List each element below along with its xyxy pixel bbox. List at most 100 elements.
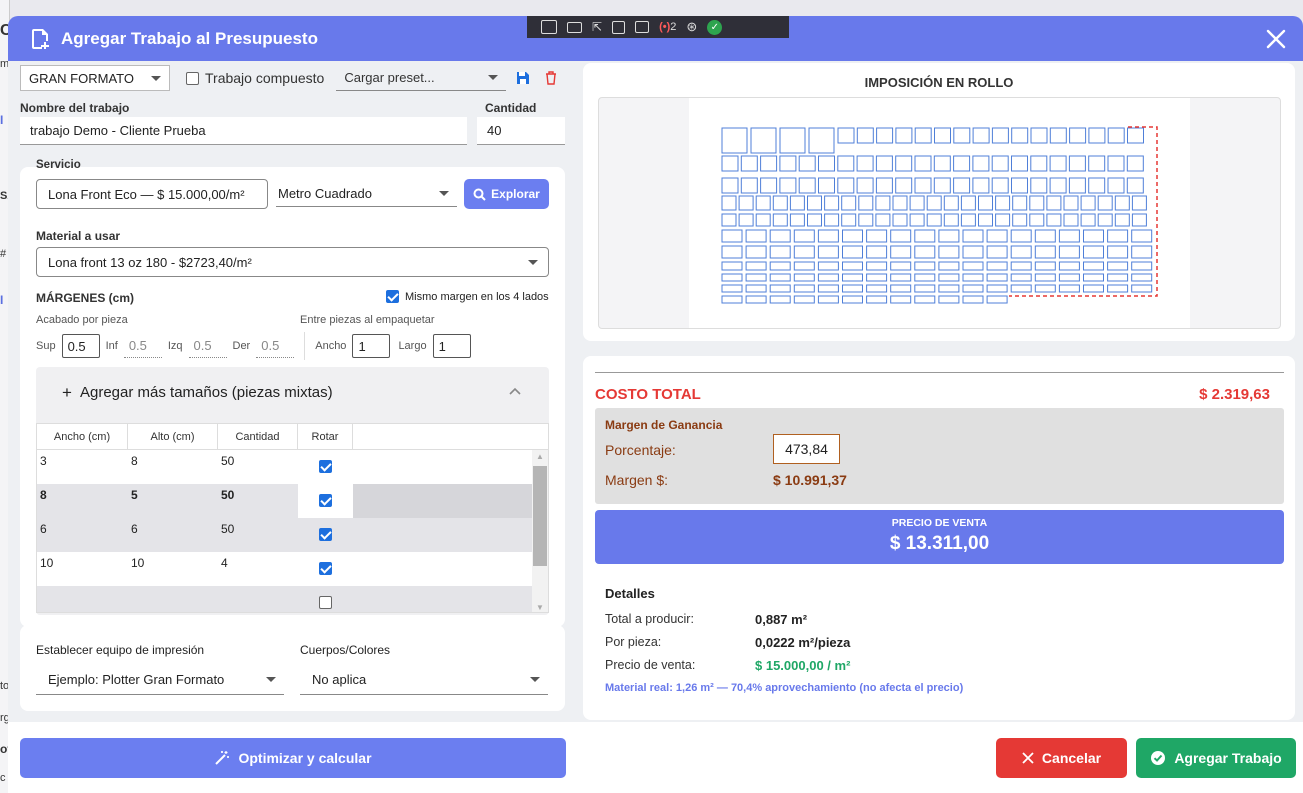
table-row[interactable]: 8 5 50 xyxy=(37,484,548,518)
ancho-input[interactable]: 1 xyxy=(352,334,391,358)
cell-cantidad[interactable] xyxy=(218,586,298,590)
table-row[interactable]: 3 8 50 xyxy=(37,450,548,484)
imposed-piece xyxy=(1068,155,1086,172)
close-icon[interactable] xyxy=(1265,28,1287,50)
compound-job-toggle[interactable]: Trabajo compuesto xyxy=(186,70,324,86)
rotate-checkbox[interactable] xyxy=(319,596,332,609)
cancel-button[interactable]: Cancelar xyxy=(996,738,1127,778)
imposed-piece xyxy=(842,273,863,282)
cell-rotar[interactable] xyxy=(298,518,353,544)
imposed-piece xyxy=(938,295,960,304)
compound-checkbox[interactable] xyxy=(186,71,199,85)
imposed-piece xyxy=(721,273,743,282)
material-select[interactable]: Lona front 13 oz 180 - $2723,40/m² xyxy=(36,247,549,277)
izq-input[interactable]: 0.5 xyxy=(188,334,227,358)
save-preset-button[interactable] xyxy=(512,67,534,89)
equipment-select[interactable]: Ejemplo: Plotter Gran Formato xyxy=(36,665,284,695)
largo-input[interactable]: 1 xyxy=(432,334,471,358)
imposed-piece xyxy=(769,284,791,293)
total-produce-label: Total a producir: xyxy=(605,612,694,626)
video-icon[interactable] xyxy=(567,21,582,33)
table-row[interactable] xyxy=(37,586,548,612)
save-icon xyxy=(517,72,530,84)
accessibility-icon[interactable]: ⊛ xyxy=(686,19,697,35)
cell-rotar[interactable] xyxy=(298,586,353,612)
table-row[interactable]: 10 10 4 xyxy=(37,552,548,586)
check-circle-icon[interactable]: ✓ xyxy=(707,19,723,35)
cell-cantidad[interactable]: 50 xyxy=(218,450,298,468)
chevron-up-icon[interactable] xyxy=(509,387,521,395)
cell-alto[interactable]: 6 xyxy=(128,518,218,536)
sup-input[interactable]: 0.5 xyxy=(61,334,100,358)
modal-footer: Optimizar y calcular Cancelar Agregar Tr… xyxy=(8,722,1303,793)
cell-cantidad[interactable]: 4 xyxy=(218,552,298,570)
equipment-panel: Establecer equipo de impresión Cuerpos/C… xyxy=(20,625,565,711)
scroll-up-icon[interactable]: ▲ xyxy=(536,452,544,461)
format-select[interactable]: GRAN FORMATO xyxy=(20,65,170,91)
cell-ancho[interactable]: 3 xyxy=(37,450,128,468)
imposed-piece xyxy=(1131,195,1147,211)
preset-select[interactable]: Cargar preset... xyxy=(336,65,507,91)
cell-ancho[interactable] xyxy=(37,586,128,590)
imposed-piece xyxy=(1011,127,1029,144)
imposed-piece xyxy=(1131,245,1153,259)
margins-row: Sup 0.5 Inf 0.5 Izq 0.5 Der 0.5 Ancho 1 … xyxy=(36,332,471,360)
col-rotar: Rotar xyxy=(298,424,353,450)
imposition-frame xyxy=(598,97,1281,329)
imposed-piece xyxy=(1046,213,1062,227)
imposed-piece xyxy=(938,245,960,259)
cell-alto[interactable]: 8 xyxy=(128,450,218,468)
same-margin-checkbox[interactable] xyxy=(386,290,399,303)
percent-input[interactable]: 473,84 xyxy=(773,434,840,464)
der-input[interactable]: 0.5 xyxy=(256,334,295,358)
table-row[interactable]: 6 6 50 xyxy=(37,518,548,552)
same-margin-toggle[interactable]: Mismo margen en los 4 lados xyxy=(386,290,549,303)
inf-input[interactable]: 0.5 xyxy=(123,334,162,358)
imposed-piece xyxy=(909,213,925,227)
rotate-checkbox[interactable] xyxy=(319,562,332,575)
imposed-piece xyxy=(856,127,874,144)
pointer-icon[interactable]: ⇱ xyxy=(592,20,602,34)
colors-select[interactable]: No aplica xyxy=(300,665,548,695)
cell-ancho[interactable]: 10 xyxy=(37,552,128,570)
add-job-button[interactable]: Agregar Trabajo xyxy=(1136,738,1296,778)
table-scrollbar[interactable]: ▲ ▼ xyxy=(532,450,548,612)
close-icon xyxy=(1022,752,1034,764)
imposed-piece xyxy=(842,295,863,304)
mixed-sizes-title[interactable]: Agregar más tamaños (piezas mixtas) xyxy=(80,384,333,401)
bg-fragment: c xyxy=(0,772,6,784)
screen-capture-icon[interactable] xyxy=(635,21,650,33)
scroll-thumb[interactable] xyxy=(533,466,547,566)
explore-button[interactable]: Explorar xyxy=(464,179,549,209)
explore-label: Explorar xyxy=(491,187,540,201)
imposed-piece xyxy=(769,229,791,243)
cell-rotar[interactable] xyxy=(298,484,353,518)
cell-alto[interactable]: 10 xyxy=(128,552,218,570)
imposed-piece xyxy=(740,155,758,172)
imposed-piece xyxy=(866,245,888,259)
region-capture-icon[interactable] xyxy=(541,20,557,34)
cell-alto[interactable]: 5 xyxy=(128,484,218,502)
plus-icon[interactable]: + xyxy=(62,383,72,403)
job-name-input[interactable]: trabajo Demo - Cliente Prueba xyxy=(20,117,467,145)
cell-ancho[interactable]: 6 xyxy=(37,518,128,536)
rotate-checkbox[interactable] xyxy=(319,528,332,541)
cell-rotar[interactable] xyxy=(298,552,353,578)
window-capture-icon[interactable] xyxy=(612,20,626,34)
chevron-down-icon xyxy=(530,677,540,682)
quantity-input[interactable]: 40 xyxy=(477,117,565,145)
cell-rotar[interactable] xyxy=(298,450,353,476)
cell-ancho[interactable]: 8 xyxy=(37,484,128,502)
imposed-piece xyxy=(938,273,960,282)
cell-cantidad[interactable]: 50 xyxy=(218,518,298,536)
scroll-down-icon[interactable]: ▼ xyxy=(536,603,544,612)
cell-cantidad[interactable]: 50 xyxy=(218,484,298,502)
service-field[interactable]: Lona Front Eco — $ 15.000,00/m² xyxy=(36,179,268,209)
cell-alto[interactable] xyxy=(128,586,218,590)
optimize-button[interactable]: Optimizar y calcular xyxy=(20,738,566,778)
unit-select[interactable]: Metro Cuadrado xyxy=(276,181,457,207)
rotate-checkbox[interactable] xyxy=(319,460,332,473)
rotate-checkbox[interactable] xyxy=(319,494,332,507)
sup-label: Sup xyxy=(36,340,56,352)
delete-preset-button[interactable] xyxy=(540,67,562,89)
